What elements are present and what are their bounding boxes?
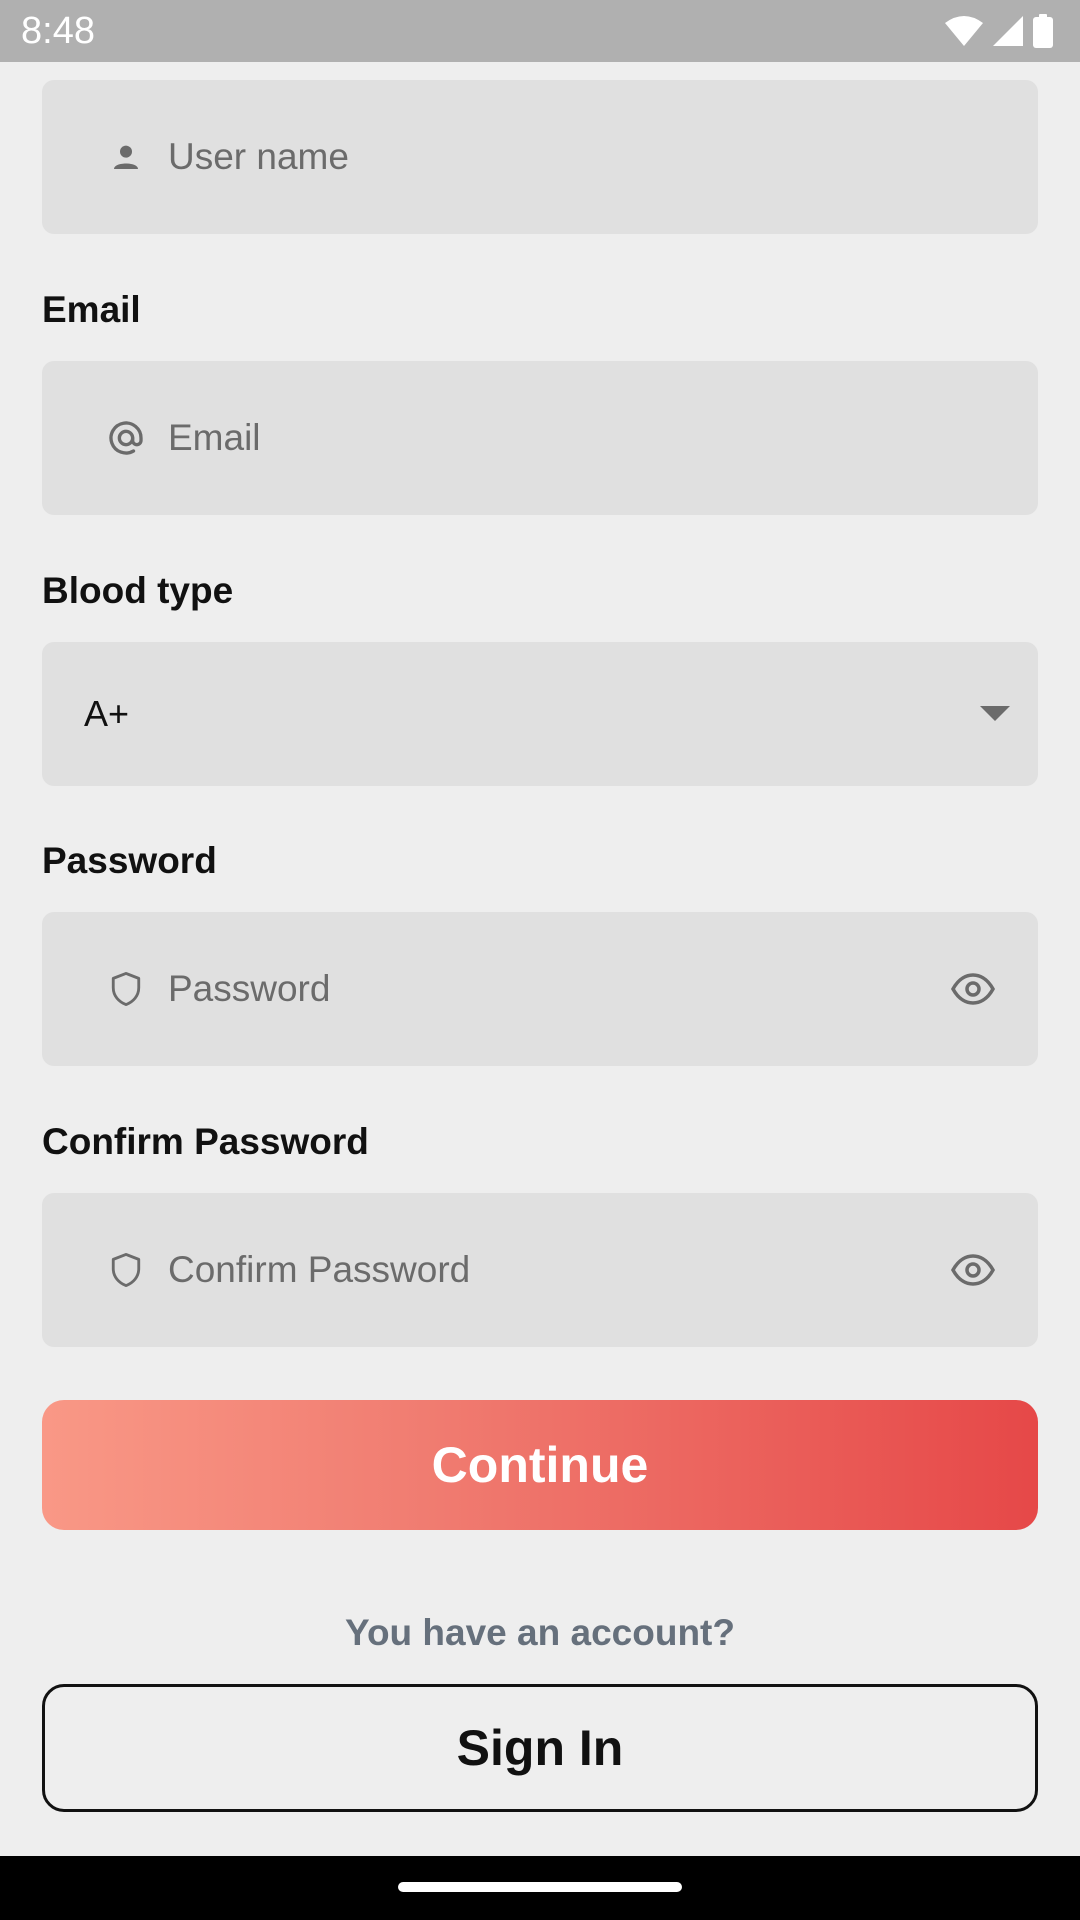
at-sign-icon [106, 418, 146, 458]
email-label: Email [42, 289, 141, 330]
confirm-password-label: Confirm Password [42, 1121, 369, 1162]
email-field[interactable]: Email [42, 361, 1038, 515]
sign-in-button[interactable]: Sign In [42, 1684, 1038, 1812]
password-field[interactable]: Password [42, 912, 1038, 1066]
status-icons [944, 14, 1054, 48]
confirm-password-field[interactable]: Confirm Password [42, 1193, 1038, 1347]
wifi-icon [944, 15, 984, 47]
blood-type-value: A+ [84, 693, 130, 734]
home-indicator[interactable] [398, 1882, 682, 1892]
shield-icon [106, 1250, 146, 1290]
confirm-password-placeholder: Confirm Password [168, 1249, 471, 1290]
account-prompt: You have an account? [345, 1612, 735, 1653]
dropdown-arrow-icon [980, 706, 1010, 722]
shield-icon [106, 969, 146, 1009]
username-placeholder: User name [168, 136, 349, 177]
battery-icon [1032, 14, 1054, 48]
password-label: Password [42, 840, 217, 881]
navigation-bar [0, 1856, 1080, 1920]
blood-type-select[interactable]: A+ [42, 642, 1038, 786]
eye-icon[interactable] [950, 966, 996, 1012]
cell-signal-icon [992, 15, 1024, 47]
person-icon [106, 137, 146, 177]
username-field[interactable]: User name [42, 80, 1038, 234]
password-placeholder: Password [168, 968, 331, 1009]
status-bar: 8:48 [0, 0, 1080, 62]
blood-type-label: Blood type [42, 570, 234, 611]
status-time: 8:48 [21, 10, 95, 52]
continue-button[interactable]: Continue [42, 1400, 1038, 1530]
email-placeholder: Email [168, 417, 261, 458]
eye-icon[interactable] [950, 1247, 996, 1293]
